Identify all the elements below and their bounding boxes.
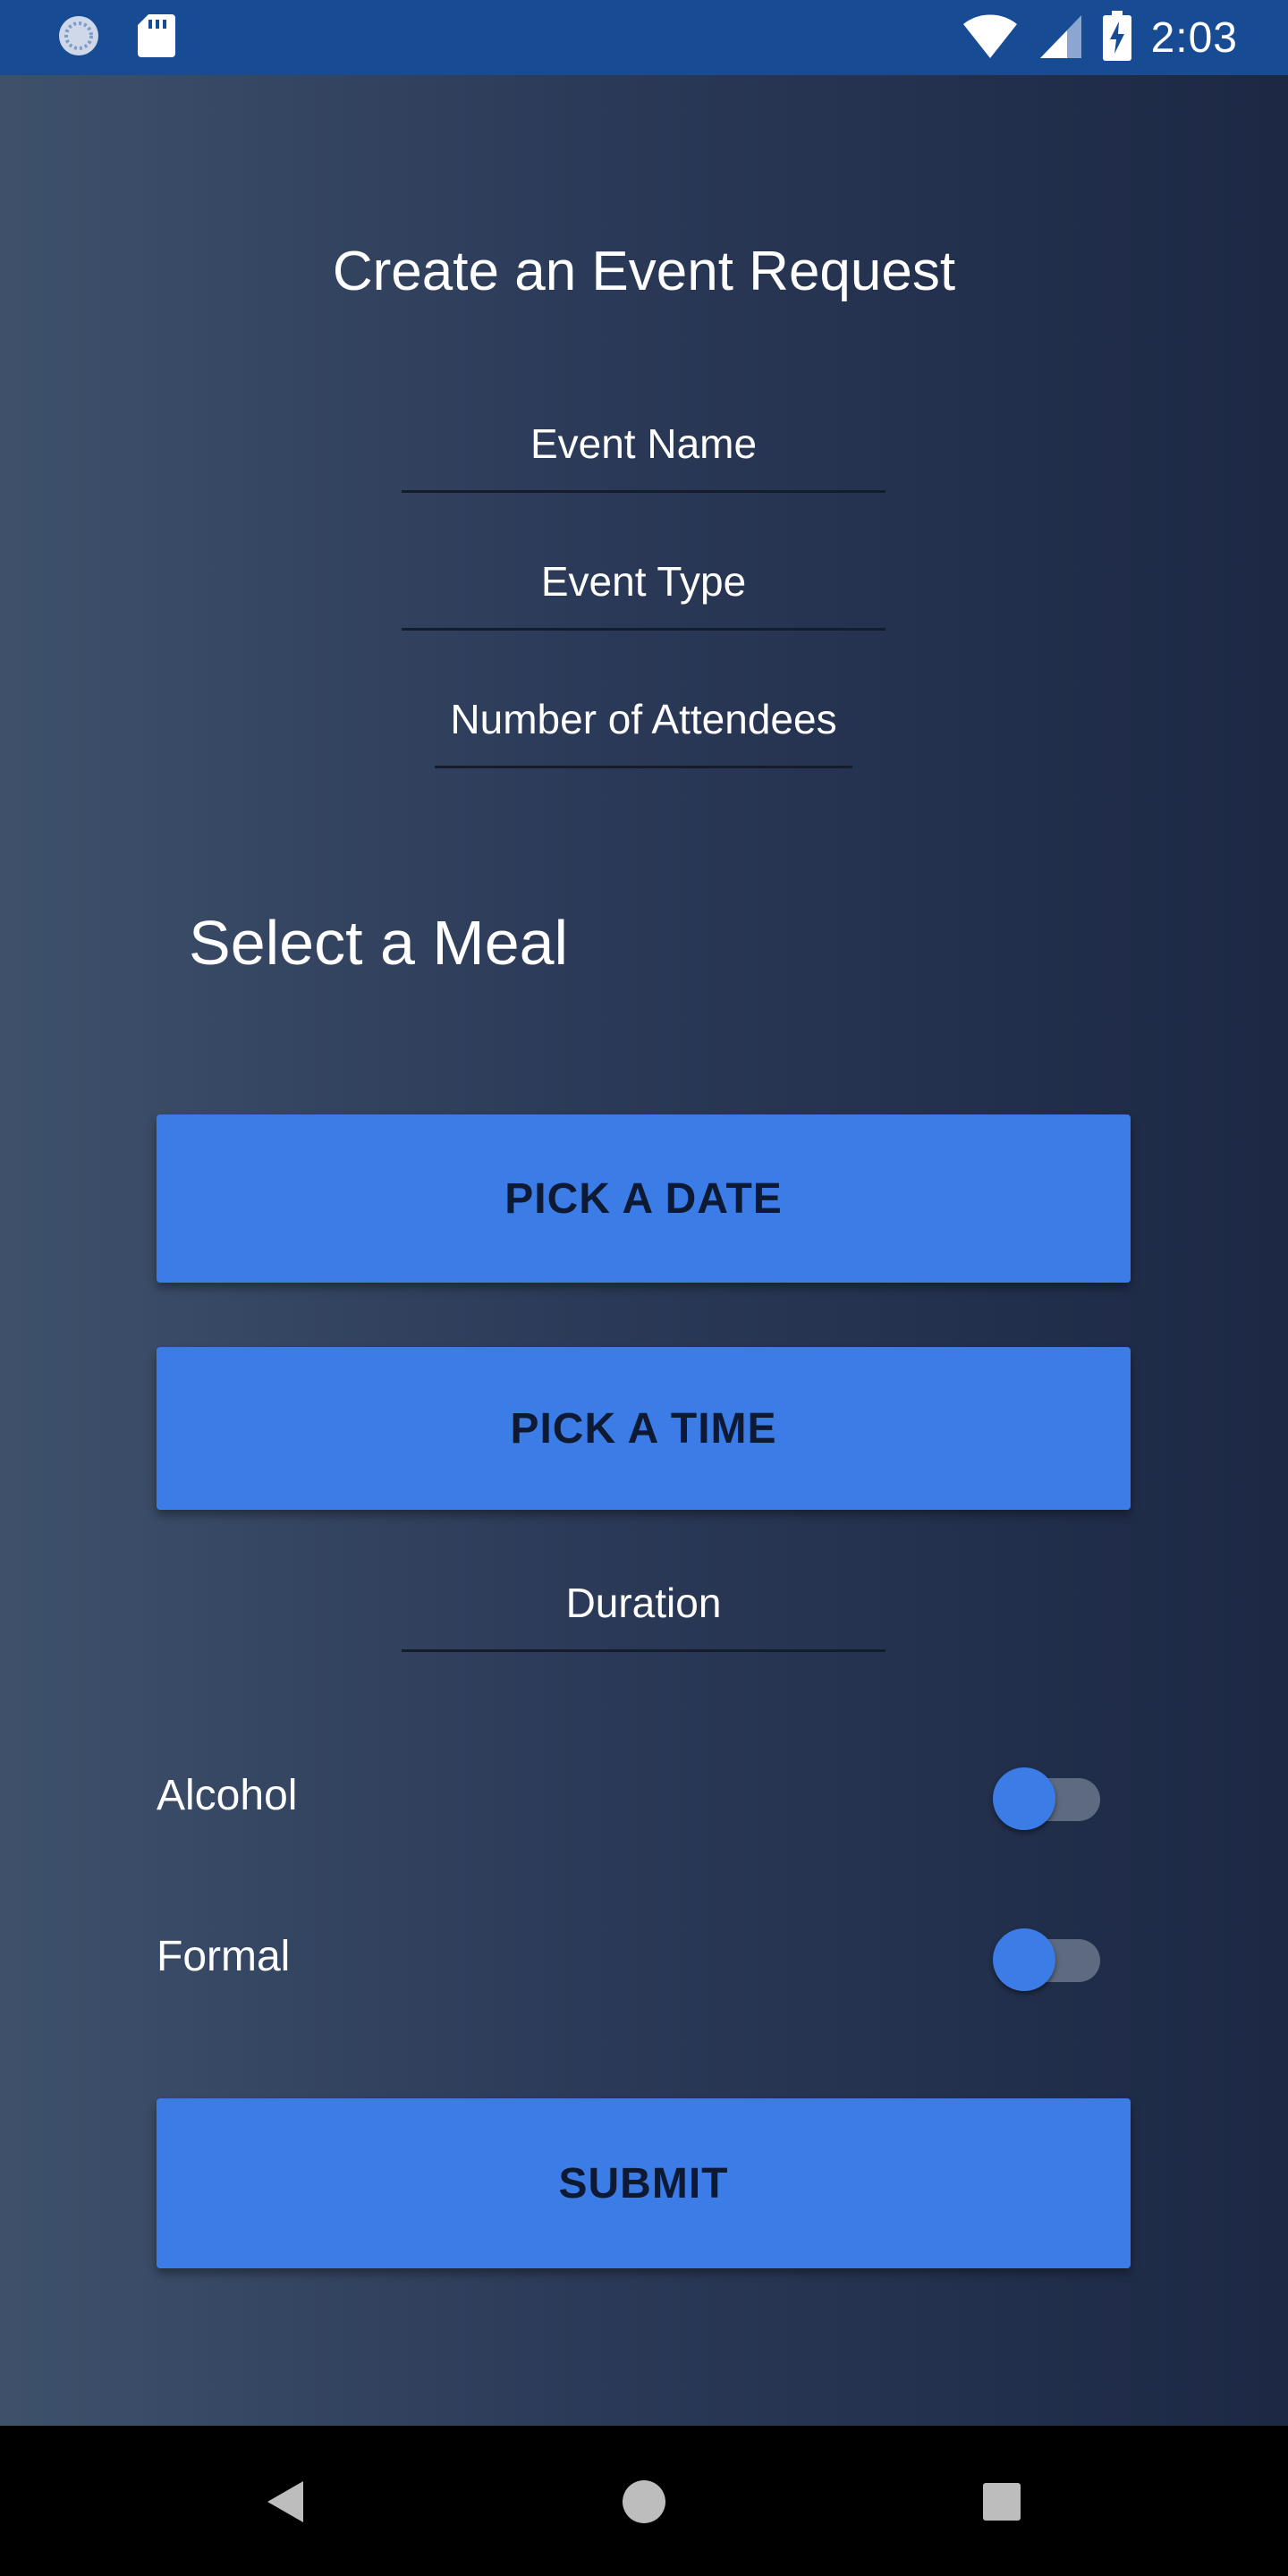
formal-switch[interactable] [993, 1918, 1100, 1998]
recents-icon[interactable] [970, 2470, 1033, 2533]
event-request-form: Create an Event Request Select a Meal PI… [0, 75, 1288, 2426]
select-meal-dropdown[interactable]: Select a Meal [189, 902, 568, 983]
event-type-input[interactable] [402, 555, 886, 608]
attendees-field[interactable] [435, 692, 852, 768]
battery-charging-icon [1102, 11, 1131, 65]
submit-button[interactable]: SUBMIT [157, 2098, 1131, 2268]
formal-label: Formal [157, 1933, 291, 1980]
formal-switch-thumb [993, 1928, 1055, 1991]
duration-field[interactable] [402, 1576, 886, 1652]
page-title: Create an Event Request [332, 241, 956, 302]
home-icon[interactable] [613, 2470, 675, 2533]
alcohol-switch[interactable] [993, 1757, 1100, 1837]
wifi-icon [962, 12, 1019, 64]
system-nav-bar [0, 2426, 1288, 2576]
formal-toggle-row: Formal [157, 1918, 1131, 1998]
alcohol-switch-thumb [993, 1767, 1055, 1830]
event-name-input[interactable] [402, 417, 886, 470]
sync-icon [55, 13, 102, 64]
back-icon[interactable] [255, 2470, 318, 2533]
cellular-signal-icon [1038, 12, 1083, 64]
sd-card-icon [136, 13, 175, 64]
pick-time-button[interactable]: PICK A TIME [157, 1347, 1131, 1510]
duration-input[interactable] [402, 1576, 886, 1630]
pick-date-button[interactable]: PICK A DATE [157, 1114, 1131, 1283]
alcohol-label: Alcohol [157, 1772, 298, 1819]
status-bar: 2:03 [0, 0, 1288, 75]
event-type-field[interactable] [402, 555, 886, 631]
status-time: 2:03 [1150, 13, 1238, 62]
status-right-icons: 2:03 [962, 11, 1238, 65]
attendees-input[interactable] [435, 692, 852, 746]
alcohol-toggle-row: Alcohol [157, 1757, 1131, 1837]
status-left-icons [55, 13, 175, 64]
event-name-field[interactable] [402, 417, 886, 493]
